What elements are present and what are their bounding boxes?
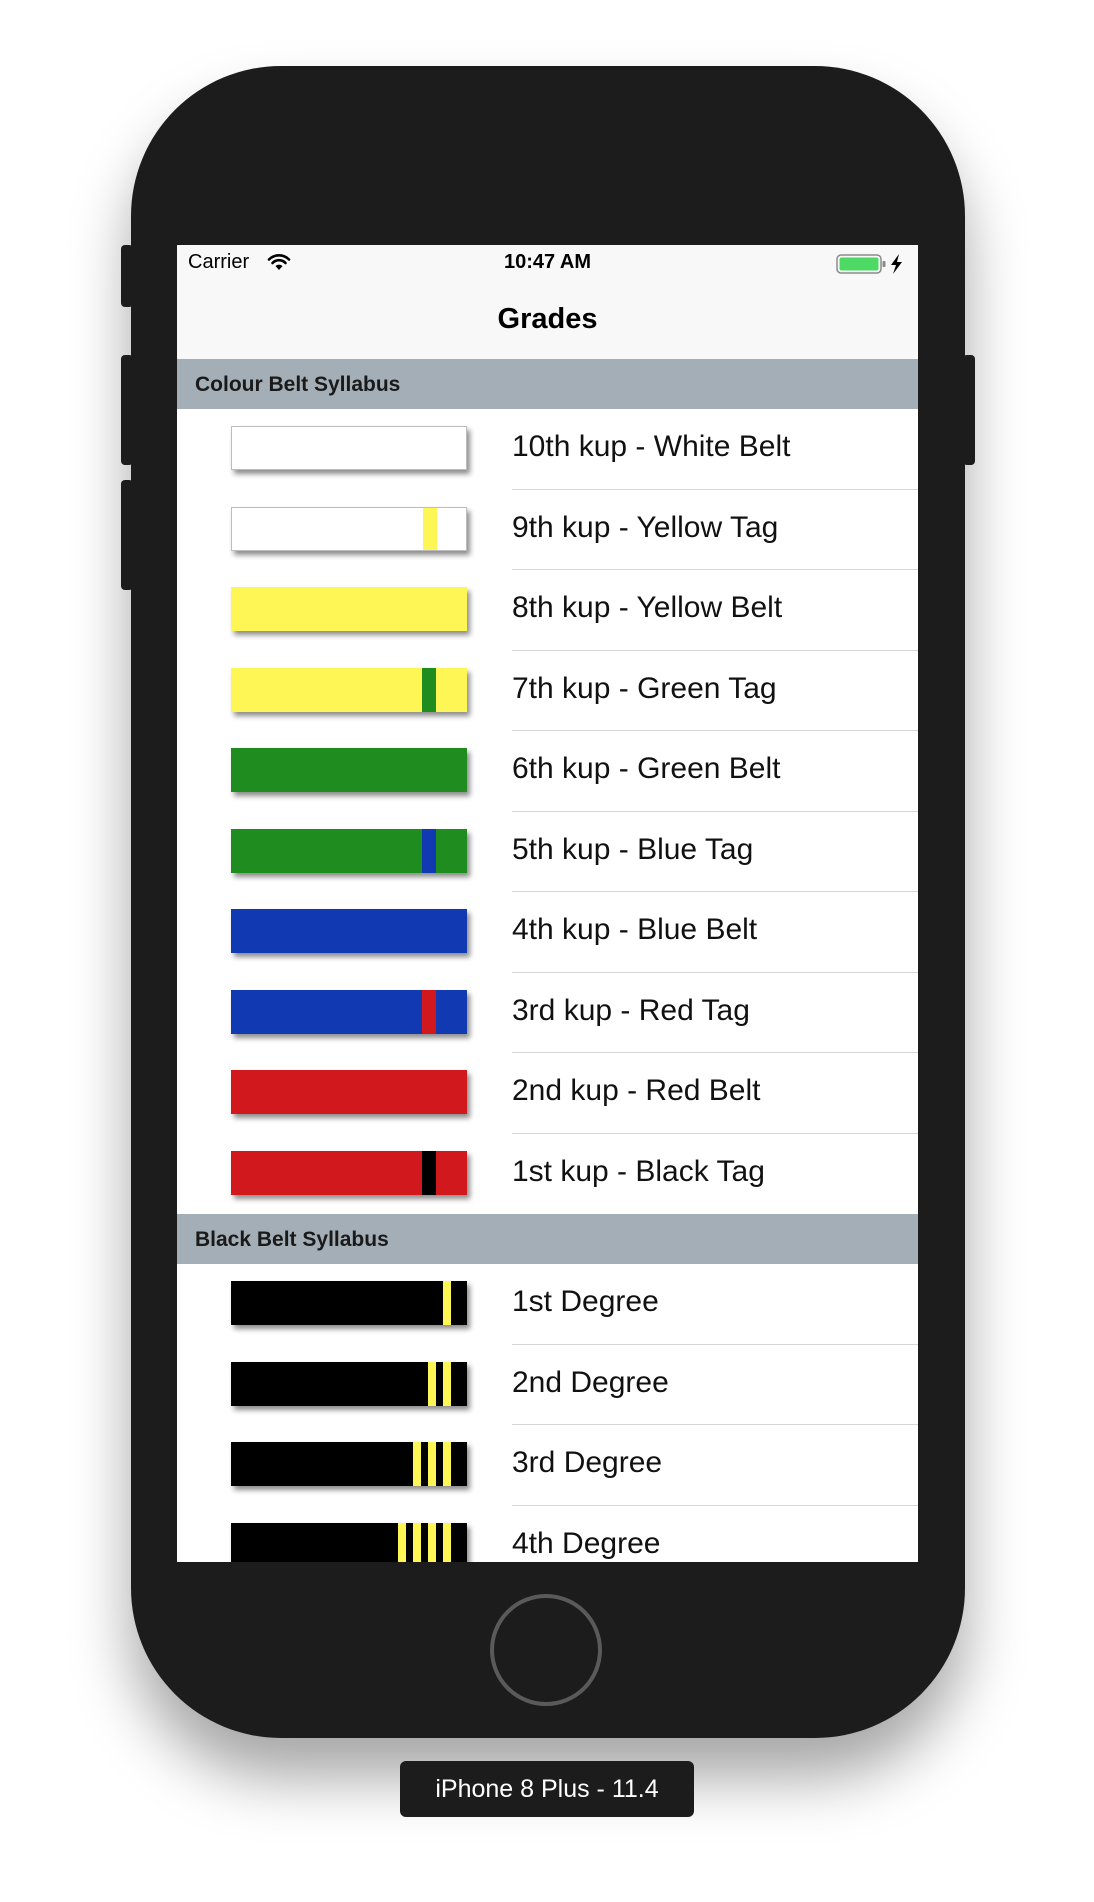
grade-label: 3rd kup - Red Tag xyxy=(512,993,750,1027)
degree-stripe xyxy=(443,1522,451,1562)
black-belt-rows: 1st Degree 2nd Degree 3rd Degree 4th Deg… xyxy=(177,1264,918,1562)
belt-image xyxy=(231,1442,467,1486)
grade-row[interactable]: 9th kup - Yellow Tag xyxy=(177,489,918,570)
grade-label: 4th kup - Blue Belt xyxy=(512,913,758,946)
belt-tag-stripe xyxy=(422,989,436,1034)
belt-image xyxy=(231,426,467,470)
belt-image xyxy=(231,1150,467,1195)
section-title: Black Belt Syllabus xyxy=(195,1228,389,1251)
grade-label: 10th kup - White Belt xyxy=(512,430,791,463)
grade-label: 3rd Degree xyxy=(512,1446,663,1479)
power-button xyxy=(963,355,975,465)
belt-image xyxy=(231,828,467,873)
navigation-bar: Grades xyxy=(177,285,918,360)
grade-label: 8th kup - Yellow Belt xyxy=(512,591,783,624)
screen: Carrier 10:47 AM Grades Colour Belt Syll… xyxy=(177,245,918,1562)
section-header-colour-belt: Colour Belt Syllabus xyxy=(177,359,918,409)
grade-row[interactable]: 1st Degree xyxy=(177,1264,918,1345)
mute-switch xyxy=(121,245,133,307)
belt-image xyxy=(231,667,467,712)
belt-tag-stripe xyxy=(422,1150,436,1195)
section-header-black-belt: Black Belt Syllabus xyxy=(177,1214,918,1264)
page-title: Grades xyxy=(497,303,598,335)
colour-belt-rows: 10th kup - White Belt 9th kup - Yellow T… xyxy=(177,409,918,1214)
degree-stripe xyxy=(428,1522,436,1562)
grade-label: 7th kup - Green Tag xyxy=(512,671,777,705)
degree-stripe xyxy=(398,1522,406,1562)
grade-row[interactable]: 10th kup - White Belt xyxy=(177,409,918,490)
degree-stripe xyxy=(443,1442,451,1486)
grade-label: 2nd Degree xyxy=(512,1365,669,1399)
belt-image xyxy=(231,909,467,953)
status-bar: Carrier 10:47 AM xyxy=(177,245,918,285)
grade-row[interactable]: 2nd kup - Red Belt xyxy=(177,1053,918,1134)
belt-tag-stripe xyxy=(422,828,436,873)
grades-list[interactable]: Colour Belt Syllabus 10th kup - White Be… xyxy=(177,359,918,1562)
grade-label: 6th kup - Green Belt xyxy=(512,752,781,785)
belt-image xyxy=(231,1522,467,1562)
degree-stripe xyxy=(428,1361,436,1406)
grade-row[interactable]: 1st kup - Black Tag xyxy=(177,1133,918,1214)
charging-bolt-icon xyxy=(891,254,902,274)
grade-label: 1st Degree xyxy=(512,1285,659,1318)
belt-tag-stripe xyxy=(423,507,437,550)
degree-stripe xyxy=(443,1361,451,1406)
volume-down-button xyxy=(121,480,133,590)
grade-row[interactable]: 2nd Degree xyxy=(177,1344,918,1425)
belt-image xyxy=(231,1361,467,1406)
battery-icon xyxy=(836,254,902,274)
grade-row[interactable]: 3rd kup - Red Tag xyxy=(177,972,918,1053)
degree-stripe xyxy=(413,1522,421,1562)
grade-row[interactable]: 4th kup - Blue Belt xyxy=(177,892,918,973)
grade-label: 2nd kup - Red Belt xyxy=(512,1074,761,1107)
volume-up-button xyxy=(121,355,133,465)
belt-image xyxy=(231,587,467,631)
grade-row[interactable]: 3rd Degree xyxy=(177,1425,918,1506)
grade-label: 5th kup - Blue Tag xyxy=(512,832,754,866)
grade-row[interactable]: 6th kup - Green Belt xyxy=(177,731,918,812)
grade-row[interactable]: 7th kup - Green Tag xyxy=(177,650,918,731)
belt-image xyxy=(231,748,467,792)
belt-image xyxy=(231,989,467,1034)
belt-image xyxy=(231,1281,467,1325)
section-title: Colour Belt Syllabus xyxy=(195,373,401,396)
belt-image xyxy=(231,1070,467,1114)
home-button[interactable] xyxy=(490,1594,602,1706)
device-label: iPhone 8 Plus - 11.4 xyxy=(400,1761,694,1817)
degree-stripe xyxy=(428,1442,436,1486)
grade-label: 9th kup - Yellow Tag xyxy=(512,510,779,544)
status-time: 10:47 AM xyxy=(503,251,592,273)
grade-row[interactable]: 5th kup - Blue Tag xyxy=(177,811,918,892)
degree-stripe xyxy=(413,1442,421,1486)
belt-image xyxy=(231,506,467,551)
degree-stripe xyxy=(443,1281,451,1325)
grade-label: 4th Degree xyxy=(512,1526,661,1560)
belt-tag-stripe xyxy=(422,667,436,712)
grade-row[interactable]: 4th Degree xyxy=(177,1505,918,1562)
grade-label: 1st kup - Black Tag xyxy=(512,1154,765,1188)
grade-row[interactable]: 8th kup - Yellow Belt xyxy=(177,570,918,651)
